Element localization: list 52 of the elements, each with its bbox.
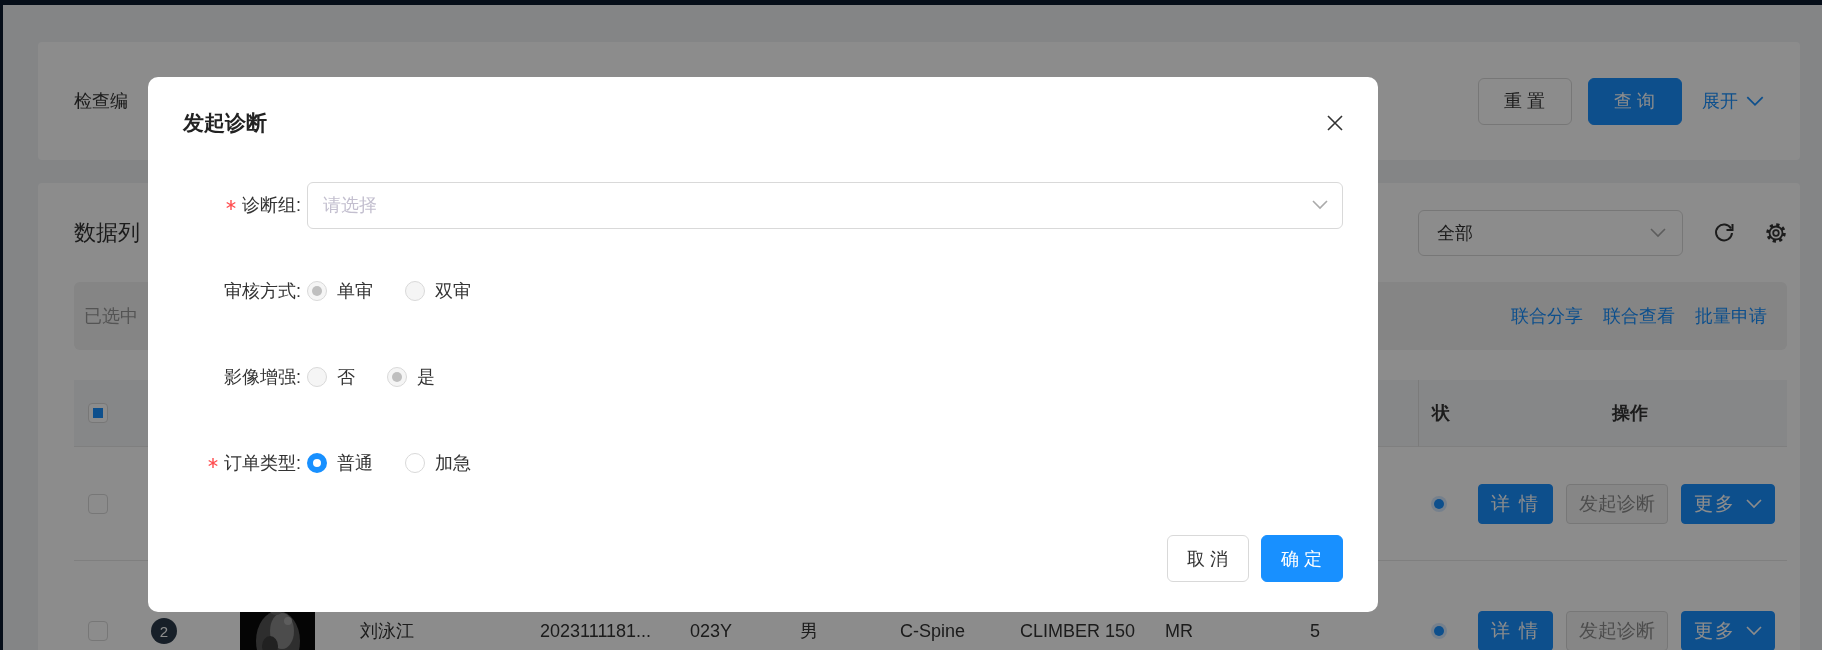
radio-label: 双审 [435, 280, 471, 303]
section-title: 数据列 [74, 219, 140, 247]
column-header: 操作 [1611, 402, 1648, 425]
select-field[interactable]: 请选择 [307, 181, 1343, 229]
settings-icon[interactable] [1765, 222, 1787, 244]
field-label: 诊断组: [242, 194, 302, 217]
status-dot-icon [1434, 498, 1444, 509]
field-label: 影像增强: [224, 366, 302, 389]
dialog-title: 发起诊断 [183, 109, 267, 136]
table-cell-text: C-Spine [899, 620, 966, 642]
chevron-down-icon [1312, 200, 1328, 210]
radio-label: 否 [337, 366, 355, 389]
field-label: 检查编 [74, 90, 128, 113]
filter-select[interactable]: 全部 [1418, 210, 1683, 256]
table-cell-text: 2023111181... [539, 620, 652, 642]
chevron-down-icon [1746, 626, 1763, 636]
action-link[interactable]: 批量申请 [1695, 304, 1767, 328]
radio-label: 是 [417, 366, 435, 389]
chevron-down-icon [1746, 95, 1764, 107]
radio-button[interactable] [307, 453, 327, 473]
expand-link[interactable]: 展开 [1702, 89, 1764, 113]
action-link[interactable]: 联合分享 [1511, 304, 1583, 328]
diagnose-button[interactable]: 发起诊断 [1566, 611, 1669, 650]
radio-label: 加急 [435, 452, 471, 475]
reset-button[interactable]: 重 置 [1478, 77, 1572, 125]
count-badge: 2 [151, 618, 177, 644]
more-dropdown-button[interactable]: 更多 [1681, 611, 1776, 650]
table-cell-text: MR [1164, 620, 1193, 642]
action-link[interactable]: 联合查看 [1603, 304, 1675, 328]
close-icon[interactable] [1327, 114, 1343, 131]
cancel-button[interactable]: 取 消 [1167, 535, 1249, 582]
table-cell-text: 023Y [689, 620, 733, 642]
column-header: 状 [1432, 402, 1450, 425]
query-button[interactable]: 查 询 [1588, 77, 1682, 125]
select-all-checkbox[interactable] [88, 403, 108, 423]
table-cell-text: 5 [1309, 620, 1320, 642]
table-cell-text: CLIMBER 150 [1019, 620, 1136, 642]
confirm-button[interactable]: 确 定 [1261, 535, 1343, 582]
details-button[interactable]: 详 情 [1478, 611, 1554, 650]
field-label: 审核方式: [224, 280, 302, 303]
radio-label: 普通 [337, 452, 373, 475]
field-label: 订单类型: [224, 452, 302, 475]
chevron-down-icon [1650, 228, 1666, 238]
diagnose-button[interactable]: 发起诊断 [1566, 483, 1669, 524]
chevron-down-icon [1746, 498, 1763, 509]
details-button[interactable]: 详 情 [1478, 483, 1554, 524]
more-dropdown-button[interactable]: 更多 [1681, 483, 1776, 524]
status-dot-icon [1434, 626, 1444, 636]
radio-label: 单审 [337, 280, 373, 303]
refresh-icon[interactable] [1713, 222, 1735, 244]
table-cell-text: 刘泳江 [359, 620, 414, 643]
table-cell-text: 男 [799, 620, 818, 643]
